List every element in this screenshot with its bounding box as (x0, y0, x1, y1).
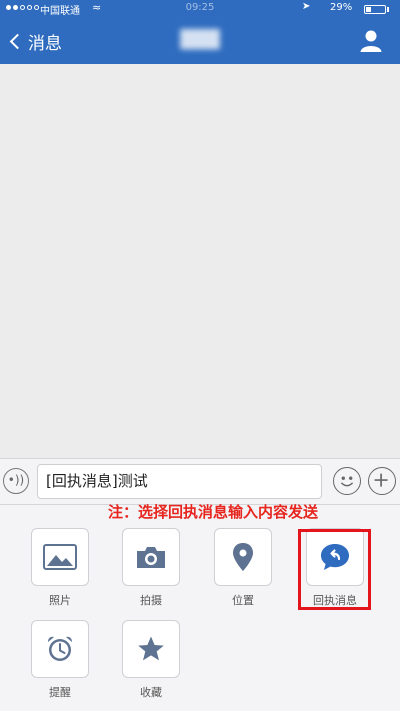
signal-strength-icon (6, 5, 39, 10)
reminder-button[interactable] (31, 620, 89, 678)
status-time: 09:25 (185, 2, 215, 13)
tile-label-camera: 拍摄 (140, 594, 162, 607)
camera-button[interactable] (122, 528, 180, 586)
alarm-clock-icon (48, 636, 72, 661)
location-arrow-icon: ➤ (302, 1, 311, 12)
status-bar: 中国联通 ≈ 09:25 ➤ 29% (0, 0, 400, 18)
tile-label-reminder: 提醒 (49, 686, 71, 699)
favorites-button[interactable] (122, 620, 180, 678)
tile-label-photos: 照片 (49, 594, 71, 607)
back-button[interactable]: 消息 (8, 29, 62, 54)
highlight-box (298, 529, 371, 610)
wifi-icon: ≈ (92, 1, 102, 14)
emoji-icon[interactable] (333, 467, 361, 495)
plus-icon[interactable] (368, 467, 396, 495)
battery-percent: 29% (330, 2, 353, 13)
nav-bar: 消息 ███ (0, 18, 400, 64)
camera-icon (137, 547, 165, 568)
chat-area[interactable] (0, 64, 400, 458)
message-input[interactable]: [回执消息]测试 (37, 464, 322, 499)
tile-label-location: 位置 (232, 594, 254, 607)
location-button[interactable] (214, 528, 272, 586)
profile-icon[interactable] (359, 28, 383, 52)
star-icon (138, 636, 164, 661)
back-label: 消息 (28, 34, 62, 54)
battery-icon (364, 5, 386, 14)
annotation-note: 注：选择回执消息输入内容发送 (108, 503, 319, 521)
tile-label-favorites: 收藏 (140, 686, 162, 699)
chat-title: ███ (180, 30, 220, 50)
photo-icon (43, 544, 77, 570)
photos-button[interactable] (31, 528, 89, 586)
carrier-name: 中国联通 (40, 6, 80, 17)
voice-icon[interactable]: •)) (3, 468, 29, 494)
header-bar: 中国联通 ≈ 09:25 ➤ 29% 消息 ███ (0, 0, 400, 64)
chevron-left-icon (9, 33, 26, 50)
input-bar: •)) [回执消息]测试 (0, 458, 400, 505)
location-pin-icon (233, 543, 253, 571)
